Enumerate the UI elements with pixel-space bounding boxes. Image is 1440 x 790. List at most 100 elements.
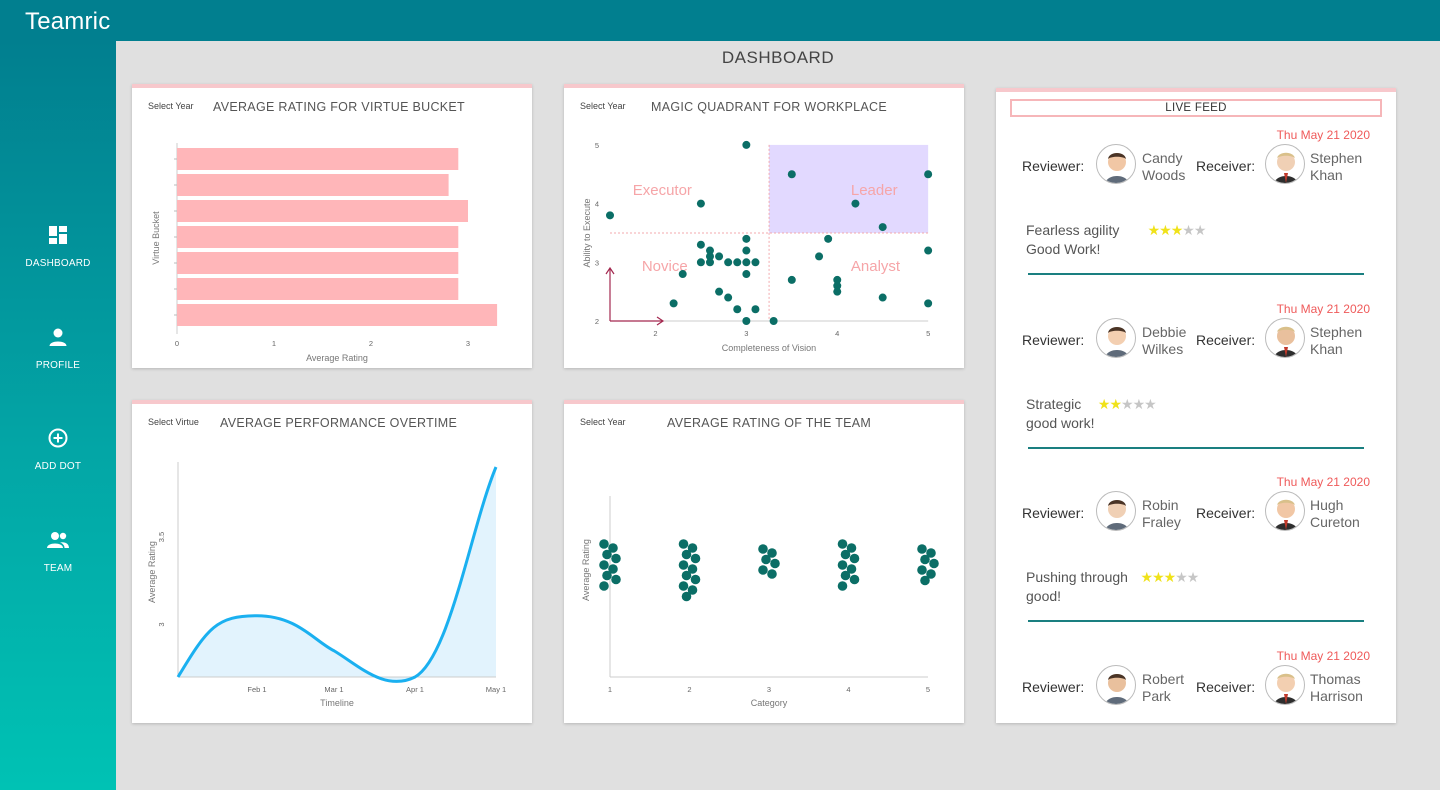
reviewer-label: Reviewer:	[1022, 678, 1085, 695]
receiver-label: Receiver:	[1196, 158, 1256, 174]
receiver-name[interactable]: Stephen Khan	[1310, 324, 1380, 358]
y-tick-label: 3	[595, 258, 599, 267]
data-point	[742, 317, 751, 325]
nav-label-add-dot: ADD DOT	[34, 461, 82, 472]
x-tick-label: 2	[369, 339, 373, 348]
virtue-label: Pushing through	[1026, 569, 1128, 585]
data-point	[767, 569, 777, 579]
data-point	[751, 258, 760, 267]
app-brand[interactable]: Teamric	[25, 8, 110, 36]
reviewer-avatar[interactable]	[1096, 664, 1136, 705]
star-icon: ★	[1097, 395, 1111, 412]
star-icon: ★	[1186, 569, 1200, 585]
data-point	[849, 553, 860, 564]
data-point	[787, 170, 796, 179]
nav-add-dot[interactable]: ADD DOT	[0, 428, 116, 474]
data-point	[733, 305, 742, 314]
feed-date: Thu May 21 2020	[1276, 475, 1370, 489]
data-point	[696, 258, 705, 267]
data-point	[837, 560, 848, 570]
y-axis-label: Average Rating	[581, 539, 591, 601]
data-point	[837, 581, 848, 591]
x-tick-label: 4	[835, 329, 839, 338]
y-tick-label: 3.5	[157, 532, 166, 542]
nav-profile[interactable]: PROFILE	[0, 327, 116, 373]
feed-entry[interactable]: Thu May 21 2020 Reviewer: Candy Woods Recei…	[996, 128, 1396, 293]
top-bar: Teamric	[0, 0, 1440, 41]
feed-entry[interactable]: Thu May 21 2020 Reviewer: Robin Fraley Rece…	[996, 475, 1396, 640]
data-point	[878, 223, 887, 232]
star-icon: ★	[1152, 569, 1165, 585]
y-axis-label: Average Rating	[147, 541, 157, 603]
feed-entry[interactable]: Thu May 21 2020 Reviewer: Robert Park Recei…	[996, 649, 1396, 790]
data-point	[840, 570, 851, 581]
receiver-name[interactable]: Stephen Khan	[1310, 150, 1380, 184]
x-tick-label: Mar 1	[324, 685, 343, 694]
feed-entry[interactable]: Thu May 21 2020 Reviewer: Debbie Wilkes Rec…	[996, 302, 1396, 467]
feed-date: Thu May 21 2020	[1276, 648, 1370, 663]
x-tick-label: Apr 1	[406, 685, 424, 694]
data-point	[751, 305, 760, 314]
bar	[177, 200, 468, 222]
data-point	[715, 252, 724, 261]
data-point	[924, 170, 933, 179]
data-point	[878, 293, 887, 302]
nav-dashboard[interactable]: DASHBOARD	[0, 225, 116, 271]
data-point	[681, 591, 692, 602]
data-point	[602, 549, 612, 560]
data-point	[669, 299, 678, 308]
sidebar: DASHBOARD PROFILE ADD DOT TEAM	[0, 41, 116, 790]
feed-comment: Good Work!	[1026, 241, 1101, 257]
star-icon: ★	[1163, 569, 1177, 585]
data-point	[824, 234, 833, 243]
receiver-avatar[interactable]	[1265, 664, 1305, 705]
x-axis-label: Category	[751, 698, 788, 708]
data-point	[678, 539, 689, 549]
receiver-name[interactable]: Thomas Harrison	[1310, 671, 1380, 705]
receiver-avatar[interactable]	[1265, 491, 1305, 531]
bar	[177, 226, 459, 248]
group-icon	[47, 532, 69, 548]
data-point	[611, 574, 621, 585]
data-point	[742, 246, 751, 255]
nav-label-team: TEAM	[43, 563, 73, 574]
team-rating-chart: 1 2 3 4 5 Category Average Rating	[581, 496, 939, 708]
data-point	[681, 570, 692, 581]
reviewer-label: Reviewer:	[1022, 331, 1085, 348]
nav-team[interactable]: TEAM	[0, 530, 116, 576]
reviewer-avatar[interactable]	[1096, 317, 1136, 358]
star-icon: ★	[1144, 395, 1157, 412]
data-point	[929, 558, 939, 569]
data-point	[599, 539, 609, 549]
receiver-avatar[interactable]	[1265, 317, 1305, 358]
live-feed-title: LIVE FEED	[1010, 99, 1382, 117]
x-tick-label: 3	[744, 329, 748, 338]
feed-date: Thu May 21 2020	[1276, 128, 1370, 142]
data-point	[742, 234, 751, 243]
virtue-label: Strategic	[1026, 395, 1082, 412]
star-icon: ★	[1175, 569, 1188, 585]
bar	[177, 174, 449, 196]
data-point	[742, 140, 751, 149]
bar	[177, 148, 459, 170]
x-axis-label: Completeness of Vision	[722, 343, 816, 353]
x-tick-label: 5	[926, 329, 930, 338]
data-point	[920, 575, 930, 586]
add-circle-icon	[48, 428, 68, 448]
star-icon: ★	[1170, 222, 1184, 238]
star-icon: ★	[1140, 569, 1154, 585]
entry-divider	[1028, 446, 1364, 449]
data-point	[815, 252, 824, 261]
x-tick-label: 5	[926, 685, 930, 694]
reviewer-avatar[interactable]	[1096, 491, 1136, 531]
receiver-name[interactable]: Hugh Cureton	[1310, 497, 1380, 531]
data-point	[742, 258, 751, 267]
virtue-bar-chart: 0 1 2 3 Average Rating Virtue Bucket	[151, 143, 498, 363]
receiver-avatar[interactable]	[1265, 144, 1305, 184]
reviewer-avatar[interactable]	[1096, 144, 1136, 184]
x-axis-label: Average Rating	[306, 353, 368, 363]
data-point	[849, 574, 860, 585]
y-axis-label: Ability to Execute	[582, 198, 592, 267]
area-fill	[178, 467, 496, 682]
data-point	[758, 544, 768, 554]
